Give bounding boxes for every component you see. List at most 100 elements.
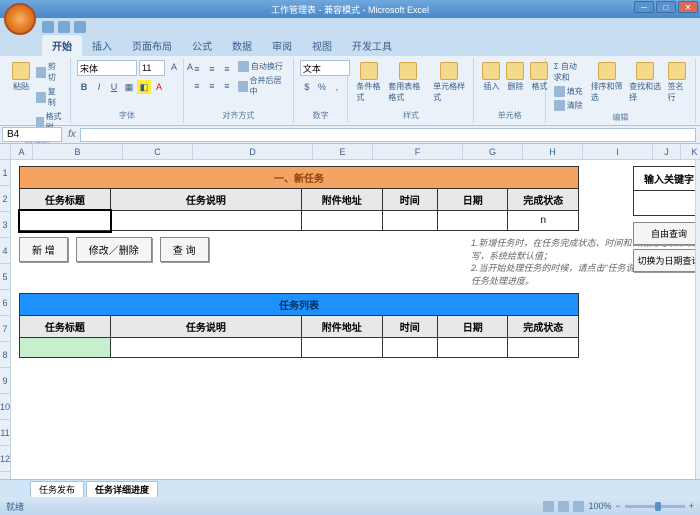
redo-icon[interactable] (74, 21, 86, 33)
grid[interactable]: ABCDEFGHIJK 一、新任务 任务标题 任务说明 附件地址 时间 日期 完… (11, 144, 700, 479)
cell[interactable] (382, 338, 437, 358)
insert-cell-button[interactable]: 插入 (480, 60, 502, 94)
col-header-i[interactable]: I (583, 144, 653, 159)
col-header-f[interactable]: F (373, 144, 463, 159)
col-header-j[interactable]: J (653, 144, 681, 159)
paste-button[interactable]: 粘贴 (10, 60, 32, 94)
cut-button[interactable]: 剪切 (34, 60, 64, 84)
zoom-in-icon[interactable]: + (689, 501, 694, 511)
sheet-tab-1[interactable]: 任务发布 (30, 481, 84, 497)
office-button[interactable] (4, 3, 36, 35)
number-format-select[interactable] (300, 60, 350, 76)
align-left-icon[interactable]: ≡ (190, 79, 204, 93)
col-header-h[interactable]: H (523, 144, 583, 159)
tab-layout[interactable]: 页面布局 (122, 35, 182, 56)
bold-button[interactable]: B (77, 80, 91, 94)
row-header-1[interactable]: 1 (0, 160, 10, 186)
formula-bar[interactable] (80, 128, 696, 142)
tab-dev[interactable]: 开发工具 (342, 35, 402, 56)
vertical-scrollbar[interactable] (695, 160, 700, 479)
fill-color-button[interactable]: ◧ (137, 80, 151, 94)
clear-button[interactable]: 清除 (552, 99, 587, 112)
row-header-3[interactable]: 3 (0, 212, 10, 238)
cell[interactable] (508, 338, 579, 358)
align-center-icon[interactable]: ≡ (205, 79, 219, 93)
row-header-4[interactable]: 4 (0, 238, 10, 264)
col-header-d[interactable]: D (193, 144, 313, 159)
cell[interactable] (20, 338, 111, 358)
row-header-6[interactable]: 6 (0, 290, 10, 316)
edit-delete-button[interactable]: 修改／删除 (76, 237, 152, 262)
col-header-a[interactable]: A (11, 144, 33, 159)
merge-button[interactable]: 合并后居中 (236, 74, 287, 98)
wrap-text-button[interactable]: 自动换行 (236, 60, 287, 73)
find-button[interactable]: 查找和选择 (627, 60, 663, 105)
align-bot-icon[interactable]: ≡ (220, 62, 234, 76)
tab-insert[interactable]: 插入 (82, 35, 122, 56)
active-cell-b4[interactable] (20, 211, 111, 231)
zoom-slider[interactable] (625, 505, 685, 508)
save-icon[interactable] (42, 21, 54, 33)
view-break-icon[interactable] (573, 501, 584, 512)
cell[interactable] (437, 211, 508, 231)
tab-formula[interactable]: 公式 (182, 35, 222, 56)
grow-font-icon[interactable]: A (167, 60, 181, 74)
font-size-select[interactable] (139, 60, 165, 76)
cell[interactable] (382, 211, 437, 231)
currency-icon[interactable]: $ (300, 80, 314, 94)
free-query-button[interactable]: 自由查询 (633, 222, 700, 245)
row-header-9[interactable]: 9 (0, 368, 10, 394)
italic-button[interactable]: I (92, 80, 106, 94)
row-header-8[interactable]: 8 (0, 342, 10, 368)
row-header-12[interactable]: 12 (0, 446, 10, 472)
percent-icon[interactable]: % (315, 80, 329, 94)
select-all-corner[interactable] (0, 144, 10, 160)
tab-review[interactable]: 审阅 (262, 35, 302, 56)
font-name-select[interactable] (77, 60, 137, 76)
zoom-out-icon[interactable]: − (615, 501, 620, 511)
add-button[interactable]: 新 增 (19, 237, 68, 262)
cell[interactable] (302, 338, 383, 358)
col-header-b[interactable]: B (33, 144, 123, 159)
sheet-tab-2[interactable]: 任务详细进度 (86, 481, 158, 497)
fx-icon[interactable]: fx (64, 129, 80, 140)
view-layout-icon[interactable] (558, 501, 569, 512)
align-top-icon[interactable]: ≡ (190, 62, 204, 76)
underline-button[interactable]: U (107, 80, 121, 94)
comma-icon[interactable]: , (330, 80, 344, 94)
cond-format-button[interactable]: 条件格式 (354, 60, 384, 105)
col-header-e[interactable]: E (313, 144, 373, 159)
row-header-5[interactable]: 5 (0, 264, 10, 290)
fill-button[interactable]: 填充 (552, 85, 587, 98)
date-query-button[interactable]: 切换为日期查询 (633, 249, 700, 272)
tab-home[interactable]: 开始 (42, 35, 82, 56)
minimize-button[interactable]: ─ (634, 1, 654, 13)
row-header-11[interactable]: 11 (0, 420, 10, 446)
cell-style-button[interactable]: 单元格样式 (431, 60, 467, 105)
sort-button[interactable]: 排序和筛选 (589, 60, 625, 105)
font-color-button[interactable]: A (152, 80, 166, 94)
col-header-k[interactable]: K (681, 144, 700, 159)
row-header-10[interactable]: 10 (0, 394, 10, 420)
cell[interactable] (437, 338, 508, 358)
query-button[interactable]: 查 询 (160, 237, 209, 262)
close-button[interactable]: ✕ (678, 1, 698, 13)
sign-button[interactable]: 签名行 (666, 60, 689, 105)
autosum-button[interactable]: Σ 自动求和 (552, 60, 587, 84)
row-header-2[interactable]: 2 (0, 186, 10, 212)
col-header-g[interactable]: G (463, 144, 523, 159)
cell[interactable] (110, 211, 301, 231)
name-box[interactable] (2, 127, 62, 142)
cell-status[interactable]: n (508, 211, 579, 231)
copy-button[interactable]: 复制 (34, 85, 64, 109)
border-button[interactable]: ▦ (122, 80, 136, 94)
table-format-button[interactable]: 套用表格格式 (386, 60, 429, 105)
row-header-7[interactable]: 7 (0, 316, 10, 342)
cell[interactable] (302, 211, 383, 231)
col-header-c[interactable]: C (123, 144, 193, 159)
search-input[interactable] (634, 191, 700, 215)
align-right-icon[interactable]: ≡ (220, 79, 234, 93)
delete-cell-button[interactable]: 删除 (504, 60, 526, 94)
maximize-button[interactable]: □ (656, 1, 676, 13)
view-normal-icon[interactable] (543, 501, 554, 512)
